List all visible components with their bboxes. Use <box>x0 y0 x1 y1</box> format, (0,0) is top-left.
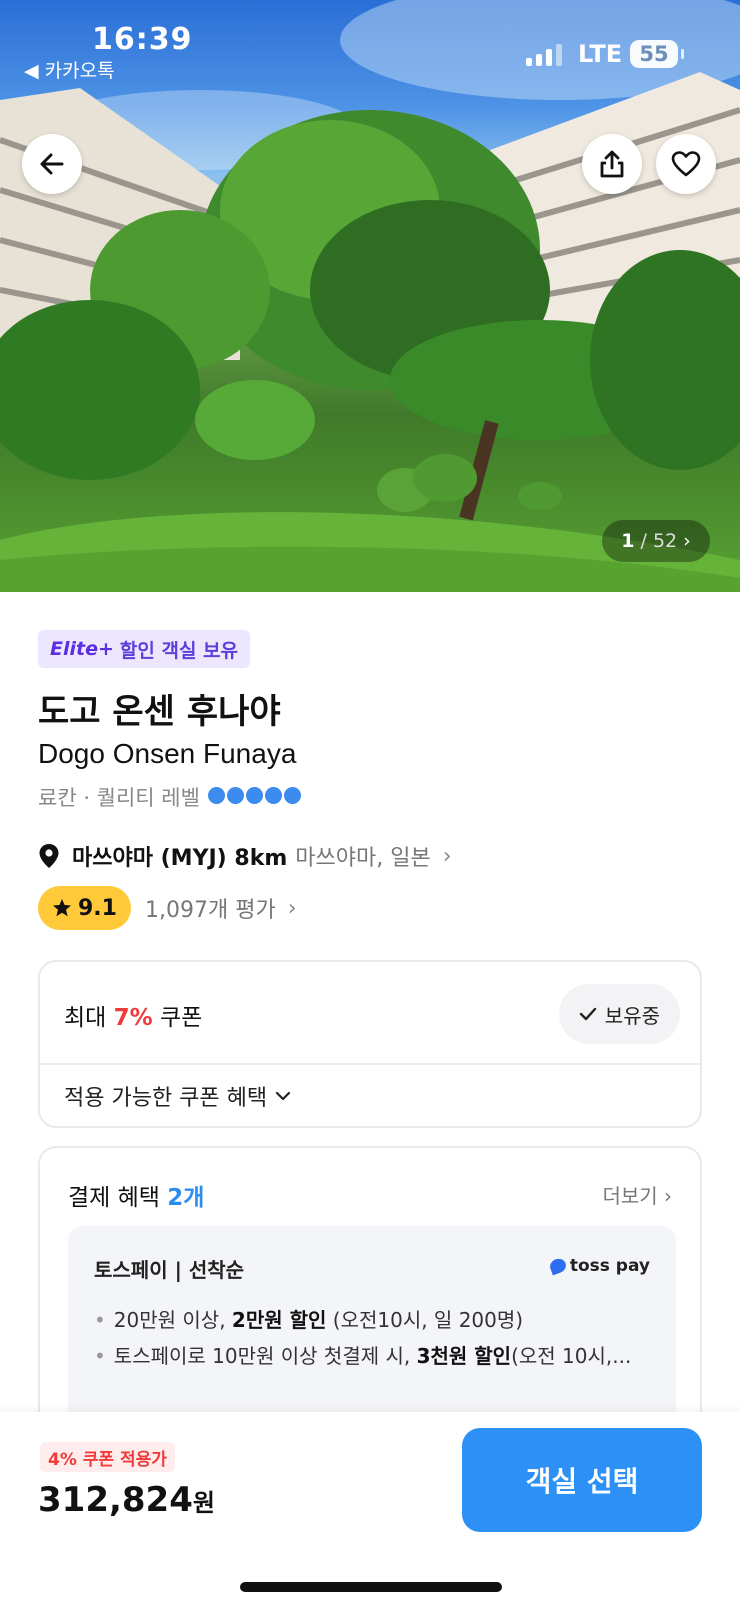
elite-badge: Elite+ 할인 객실 보유 <box>38 630 251 668</box>
payment-title-label: 결제 혜택 <box>68 1185 168 1211</box>
network-label: LTE <box>578 40 623 68</box>
coupon-benefits-label: 적용 가능한 쿠폰 혜택 <box>64 1086 268 1111</box>
chevron-right-icon: › <box>683 530 691 552</box>
quality-level-dots <box>206 785 301 809</box>
hotel-name-ko: 도고 온센 후나야 <box>38 692 281 732</box>
star-icon <box>53 899 71 917</box>
heart-icon <box>671 151 701 177</box>
coupon-owned-button[interactable]: 보유중 <box>558 984 680 1044</box>
check-icon <box>579 1007 596 1021</box>
benefit-highlight: 2만원 할인 <box>231 1308 327 1332</box>
benefit-text: (오전 10시,... <box>511 1344 632 1368</box>
benefit-text: 토스페이로 10만원 이상 첫결제 시, <box>113 1344 417 1368</box>
category-label: 료칸 · 퀄리티 레벨 <box>38 786 200 810</box>
photo-counter[interactable]: 1 / 52 › <box>602 520 710 562</box>
payment-benefits-count: 2개 <box>167 1185 205 1211</box>
hotel-name-en: Dogo Onsen Funaya <box>38 738 297 769</box>
arrow-left-icon <box>40 153 64 175</box>
home-indicator[interactable] <box>240 1582 502 1592</box>
back-to-app-link[interactable]: ◀ 카카오톡 <box>24 56 115 83</box>
signal-icon <box>526 44 564 66</box>
coupon-card: 최대 7% 쿠폰 보유중 적용 가능한 쿠폰 혜택 <box>38 960 702 1128</box>
chevron-right-icon: › <box>442 843 452 869</box>
price: 312,824원 <box>38 1480 215 1520</box>
rating-score: 9.1 <box>78 895 117 921</box>
coupon-owned-label: 보유중 <box>604 1003 660 1028</box>
elite-badge-label: 할인 객실 보유 <box>119 639 239 662</box>
chevron-right-icon: › <box>287 895 297 921</box>
bullet: • <box>94 1308 106 1332</box>
benefit-highlight: 3천원 할인 <box>416 1344 512 1368</box>
tosspay-title: 토스페이 | 선착순 <box>94 1258 245 1282</box>
chevron-down-icon <box>276 1091 291 1101</box>
price-value: 312,824 <box>38 1480 193 1520</box>
tosspay-benefit-list: • 20만원 이상, 2만원 할인 (오전10시, 일 200명) • 토스페이로 … <box>94 1302 664 1374</box>
chevron-right-icon: › <box>664 1184 672 1208</box>
divider <box>40 1063 700 1065</box>
quality-dot <box>207 787 225 804</box>
list-item: • 20만원 이상, 2만원 할인 (오전10시, 일 200명) <box>94 1302 664 1338</box>
bullet: • <box>94 1344 106 1368</box>
review-count: 1,097개 평가 <box>144 898 276 923</box>
more-link[interactable]: 더보기 › <box>602 1180 672 1209</box>
quality-dot <box>264 787 282 804</box>
tosspay-logo-icon <box>547 1256 568 1276</box>
quality-dot <box>226 787 244 804</box>
share-button[interactable] <box>582 134 642 194</box>
quality-dot <box>283 787 301 804</box>
back-button[interactable] <box>22 134 82 194</box>
tosspay-logo: toss pay <box>547 1256 650 1276</box>
coupon-summary: 최대 7% 쿠폰 <box>64 998 202 1032</box>
location-row[interactable]: 마쓰야마 (MYJ) 8km 마쓰야마, 일본 › <box>38 840 452 872</box>
benefit-text: 20만원 이상, <box>113 1308 232 1332</box>
rating-row[interactable]: 9.1 1,097개 평가 › <box>38 886 297 930</box>
list-item: • 토스페이로 10만원 이상 첫결제 시, 3천원 할인(오전 10시,... <box>94 1338 664 1374</box>
coupon-prefix: 최대 <box>64 1005 114 1031</box>
payment-benefits-title: 결제 혜택 2개 <box>68 1178 204 1212</box>
like-button[interactable] <box>656 134 716 194</box>
battery-icon: 55 <box>630 40 684 68</box>
price-currency: 원 <box>192 1489 215 1517</box>
bottom-booking-bar: 4% 쿠폰 적용가 312,824원 객실 선택 <box>0 1412 740 1604</box>
benefit-text: (오전10시, 일 200명) <box>326 1308 524 1332</box>
location-pin-icon <box>39 844 59 868</box>
select-room-button[interactable]: 객실 선택 <box>462 1428 702 1532</box>
photo-counter-total: / 52 <box>640 530 678 552</box>
elite-brand: Elite+ <box>50 638 114 660</box>
location-main: 마쓰야마 (MYJ) 8km <box>72 846 288 871</box>
quality-dot <box>245 787 263 804</box>
share-icon <box>600 150 624 178</box>
coupon-percent: 7% <box>113 1005 153 1031</box>
location-sub: 마쓰야마, 일본 <box>295 846 431 871</box>
status-bar: 16:39 ◀ 카카오톡 LTE 55 <box>0 0 740 90</box>
photo-counter-current: 1 <box>621 530 635 552</box>
more-label: 더보기 <box>602 1184 658 1208</box>
hotel-category: 료칸 · 퀄리티 레벨 <box>38 782 301 812</box>
status-time: 16:39 <box>92 22 193 57</box>
rating-badge: 9.1 <box>38 886 131 930</box>
coupon-benefits-toggle[interactable]: 적용 가능한 쿠폰 혜택 <box>64 1080 291 1112</box>
coupon-suffix: 쿠폰 <box>152 1005 203 1031</box>
tosspay-logo-text: toss pay <box>569 1256 650 1276</box>
hero-photo[interactable]: 16:39 ◀ 카카오톡 LTE 55 1 / 52 › <box>0 0 740 592</box>
coupon-price-tag: 4% 쿠폰 적용가 <box>40 1442 175 1472</box>
